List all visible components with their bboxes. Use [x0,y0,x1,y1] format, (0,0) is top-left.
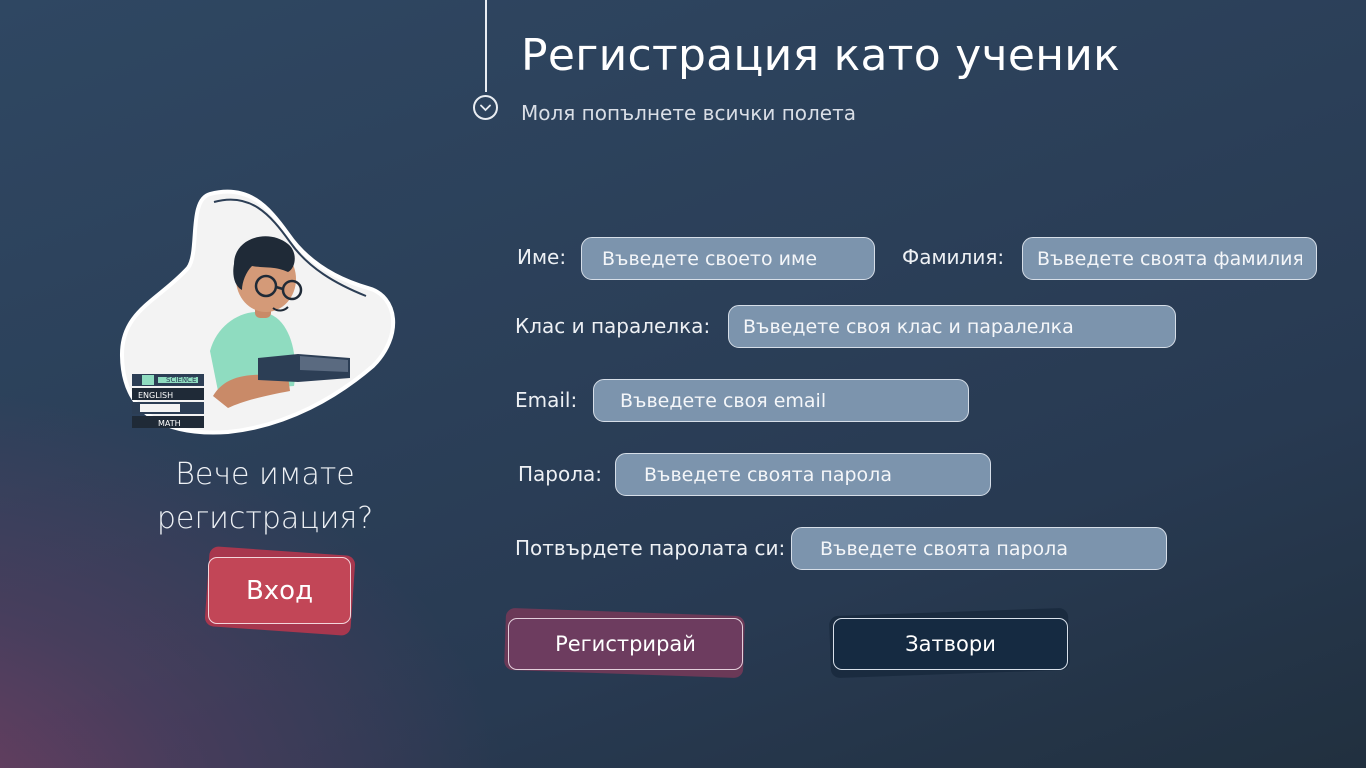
have-account-text: Вече имате регистрация? [140,453,390,541]
class-field[interactable] [728,305,1176,348]
last-name-label: Фамилия: [902,245,1005,269]
first-name-field[interactable] [581,237,875,280]
chevron-down-icon[interactable] [473,95,498,120]
email-label: Email: [515,388,578,412]
password-field[interactable] [615,453,991,496]
book-label-science: SCIENCE [166,376,196,384]
first-name-label: Име: [517,245,567,269]
last-name-field[interactable] [1022,237,1317,280]
confirm-password-field[interactable] [791,527,1167,570]
password-label: Парола: [518,462,603,486]
email-field[interactable] [593,379,969,422]
book-label-math: MATH [158,419,181,428]
close-button[interactable]: Затвори [833,618,1068,670]
student-reading-illustration: ENGLISH SCIENCE MATH [119,189,396,435]
page-subtitle: Моля попълнете всички полета [521,101,856,125]
register-button[interactable]: Регистрирай [508,618,743,670]
confirm-password-label: Потвърдете паролата си: [515,536,786,560]
login-button[interactable]: Вход [208,557,351,624]
have-account-line2: регистрация? [156,501,374,536]
page-title: Регистрация като ученик [521,30,1121,81]
have-account-line1: Вече имате [175,457,355,492]
class-label: Клас и паралелка: [515,314,711,338]
header-divider-line [485,0,487,92]
book-label-english: ENGLISH [138,391,173,400]
